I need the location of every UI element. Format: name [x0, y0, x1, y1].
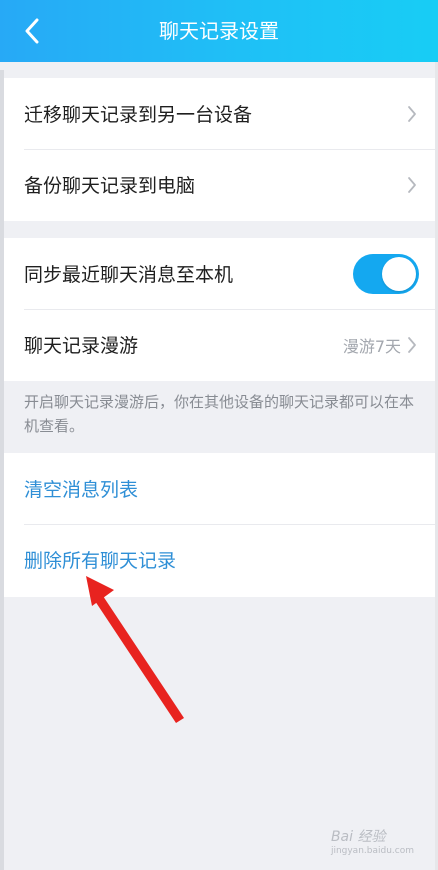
title-bar: 聊天记录设置: [0, 0, 438, 62]
chevron-right-icon: [405, 104, 419, 124]
sync-recent-label: 同步最近聊天消息至本机: [24, 264, 234, 286]
roaming-hint: 开启聊天记录漫游后，你在其他设备的聊天记录都可以在本机查看。: [24, 393, 415, 435]
migrate-records-label: 迁移聊天记录到另一台设备: [24, 104, 253, 126]
backup-group: 迁移聊天记录到另一台设备 备份聊天记录到电脑: [4, 78, 435, 221]
roaming-item[interactable]: 聊天记录漫游 漫游7天: [4, 309, 435, 380]
roaming-value: 漫游7天: [342, 336, 401, 356]
clear-message-list-item[interactable]: 清空消息列表: [4, 453, 435, 524]
sync-recent-item: 同步最近聊天消息至本机: [4, 238, 435, 309]
page-title: 聊天记录设置: [159, 19, 279, 43]
watermark-sub: jingyan.baidu.com: [330, 846, 414, 856]
watermark-text: Bai 经验: [330, 829, 386, 845]
toggle-knob: [382, 256, 416, 291]
screen: 聊天记录设置 迁移聊天记录到另一台设备 备份聊天记录到电脑 同步最近聊天消息至本…: [0, 0, 438, 870]
delete-all-records-item[interactable]: 删除所有聊天记录: [4, 524, 435, 595]
sync-toggle[interactable]: [353, 253, 419, 294]
watermark: Bai 经验 jingyan.baidu.com: [331, 826, 414, 856]
clear-group: 清空消息列表 删除所有聊天记录: [4, 453, 435, 597]
chevron-right-icon: [405, 335, 419, 355]
clear-message-list-label: 清空消息列表: [24, 479, 139, 501]
migrate-records-item[interactable]: 迁移聊天记录到另一台设备: [4, 78, 435, 149]
backup-to-pc-label: 备份聊天记录到电脑: [24, 175, 196, 197]
sync-group: 同步最近聊天消息至本机 聊天记录漫游 漫游7天: [4, 238, 435, 381]
delete-all-records-label: 删除所有聊天记录: [24, 550, 177, 572]
roaming-label: 聊天记录漫游: [24, 335, 139, 357]
chevron-right-icon: [405, 175, 419, 195]
backup-to-pc-item[interactable]: 备份聊天记录到电脑: [4, 149, 435, 220]
